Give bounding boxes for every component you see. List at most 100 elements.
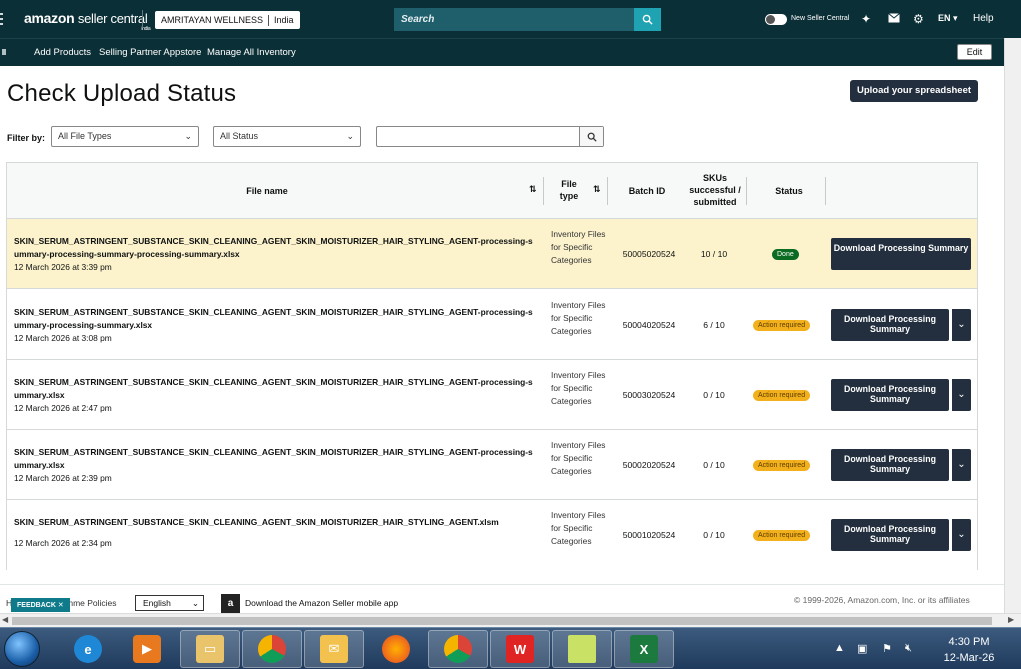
language-selector[interactable]: EN ▾ [938,13,958,24]
footer-language-select[interactable]: English ⌄ [135,595,204,611]
skus-count: 10 / 10 [700,249,728,259]
file-name: SKIN_SERUM_ASTRINGENT_SUBSTANCE_SKIN_CLE… [14,236,533,259]
chrome-icon[interactable] [428,630,488,668]
file-explorer-icon[interactable]: ▭ [180,630,240,668]
gear-icon[interactable]: ⚙ [913,12,924,26]
file-type-filter-value: All File Types [58,131,112,141]
upload-spreadsheet-button[interactable]: Upload your spreadsheet [850,80,978,102]
file-type: Inventory Files for Specific Categories [551,300,606,336]
policies-link[interactable]: mme Policies [66,598,117,608]
header-file-name[interactable]: File name [237,185,297,197]
status-badge: Action required [753,460,811,471]
internet-explorer-icon[interactable]: e [58,630,118,668]
volume-muted-icon[interactable]: 🔇︎ [905,642,912,655]
account-region: India [274,15,294,25]
vertical-scrollbar[interactable] [1004,38,1021,615]
table-row: SKIN_SERUM_ASTRINGENT_SUBSTANCE_SKIN_CLE… [7,360,977,430]
skus-count: 6 / 10 [703,320,725,330]
chrome-profile-icon[interactable] [242,630,302,668]
divider [746,177,747,205]
status-filter-value: All Status [220,131,259,141]
filter-search-input[interactable] [377,127,580,146]
sort-icon[interactable]: ⇅ [593,184,601,195]
subnav-item-add-products[interactable]: Add Products [34,47,91,58]
download-summary-button[interactable]: Download Processing Summary [831,449,949,481]
table-row: SKIN_SERUM_ASTRINGENT_SUBSTANCE_SKIN_CLE… [7,290,977,360]
header-skus: SKUs successful / submitted [689,173,741,207]
skus-count: 0 / 10 [703,390,725,400]
chevron-down-icon[interactable]: ⌄ [951,379,971,411]
amazon-seller-central-logo[interactable]: amazon seller central india [24,10,151,32]
header-status: Status [775,186,803,196]
outlook-icon[interactable]: ✉ [304,630,364,668]
download-summary-button[interactable]: Download Processing Summary [831,379,949,411]
filter-label: Filter by: [7,133,46,143]
show-hidden-icons[interactable]: ▲ [834,642,845,654]
file-type: Inventory Files for Specific Categories [551,440,606,476]
upload-date: 12 March 2026 at 3:08 pm [14,333,112,343]
table-row: SKIN_SERUM_ASTRINGENT_SUBSTANCE_SKIN_CLE… [7,430,977,500]
status-badge: Action required [753,390,811,401]
start-button[interactable] [4,631,40,667]
chevron-down-icon[interactable]: ⌄ [951,449,971,481]
download-summary-button[interactable]: Download Processing Summary [831,238,971,270]
file-name: SKIN_SERUM_ASTRINGENT_SUBSTANCE_SKIN_CLE… [14,377,533,400]
batch-id: 50003020524 [622,390,676,400]
search-icon [642,14,653,25]
scroll-right-icon[interactable]: ▶ [1008,615,1014,624]
chevron-down-icon[interactable]: ⌄ [951,519,971,551]
global-search [394,8,661,31]
mail-icon[interactable] [888,12,900,26]
file-type: Inventory Files for Specific Categories [551,370,606,406]
account-switcher[interactable]: AMRITAYAN WELLNESS India [155,11,300,29]
mobile-app-link[interactable]: Download the Amazon Seller mobile app [245,598,398,608]
horizontal-scrollbar[interactable]: ◀ ▶ [0,613,1021,627]
sticky-notes-icon[interactable] [552,630,612,668]
download-summary-button[interactable]: Download Processing Summary [831,519,949,551]
divider [543,177,544,205]
firefox-icon[interactable] [366,630,426,668]
new-seller-central-toggle[interactable] [765,14,787,25]
action-center-flag-icon[interactable]: ⚑ [882,642,892,655]
excel-icon[interactable]: X [614,630,674,668]
menu-icon[interactable] [0,0,8,38]
sub-nav: Add Products Selling Partner Appstore Ma… [0,38,1004,66]
clock-time: 4:30 PM [948,636,990,648]
system-clock[interactable]: 4:30 PM 12-Mar-26 [934,634,1004,666]
top-nav: amazon seller central india AMRITAYAN WE… [0,0,1021,38]
chevron-down-icon[interactable]: ⌄ [951,309,971,341]
help-link[interactable]: Help [973,13,994,24]
chevron-down-icon: ⌄ [184,131,192,141]
feedback-button[interactable]: FEEDBACK ✕ [11,598,70,612]
edit-button[interactable]: Edit [957,44,992,60]
batch-id: 50005020524 [622,249,676,259]
header-file-type[interactable]: File type [553,178,585,202]
upload-date: 12 March 2026 at 2:39 pm [14,473,112,483]
subnav-item-selling-partner-appstore[interactable]: Selling Partner Appstore [99,47,201,58]
subnav-item-manage-all-inventory[interactable]: Manage All Inventory [207,47,296,58]
search-button[interactable] [634,8,661,31]
search-input[interactable] [394,8,634,31]
download-summary-button[interactable]: Download Processing Summary [831,309,949,341]
sort-icon[interactable]: ⇅ [529,184,537,195]
sparkle-icon[interactable]: ✦ [861,12,871,26]
copyright: © 1999-2026, Amazon.com, Inc. or its aff… [794,595,970,605]
file-type: Inventory Files for Specific Categories [551,229,606,265]
page-title: Check Upload Status [7,80,237,107]
table-row: SKIN_SERUM_ASTRINGENT_SUBSTANCE_SKIN_CLE… [7,500,977,570]
status-filter[interactable]: All Status ⌄ [213,126,361,147]
scrollbar-thumb[interactable] [12,617,992,625]
scroll-left-icon[interactable]: ◀ [2,615,8,624]
file-type-filter[interactable]: All File Types ⌄ [51,126,199,147]
file-name: SKIN_SERUM_ASTRINGENT_SUBSTANCE_SKIN_CLE… [14,447,533,470]
network-icon[interactable]: ▣ [857,642,867,655]
amazon-app-icon[interactable]: a [221,594,240,613]
media-player-icon[interactable]: ▶ [117,630,177,668]
upload-date: 12 March 2026 at 3:39 pm [14,262,112,272]
logo-sub: seller central [77,11,148,26]
wps-office-icon[interactable]: W [490,630,550,668]
filter-search-button[interactable] [579,127,603,146]
file-name: SKIN_SERUM_ASTRINGENT_SUBSTANCE_SKIN_CLE… [14,307,533,330]
close-icon[interactable]: ✕ [58,602,64,609]
divider [825,177,826,205]
